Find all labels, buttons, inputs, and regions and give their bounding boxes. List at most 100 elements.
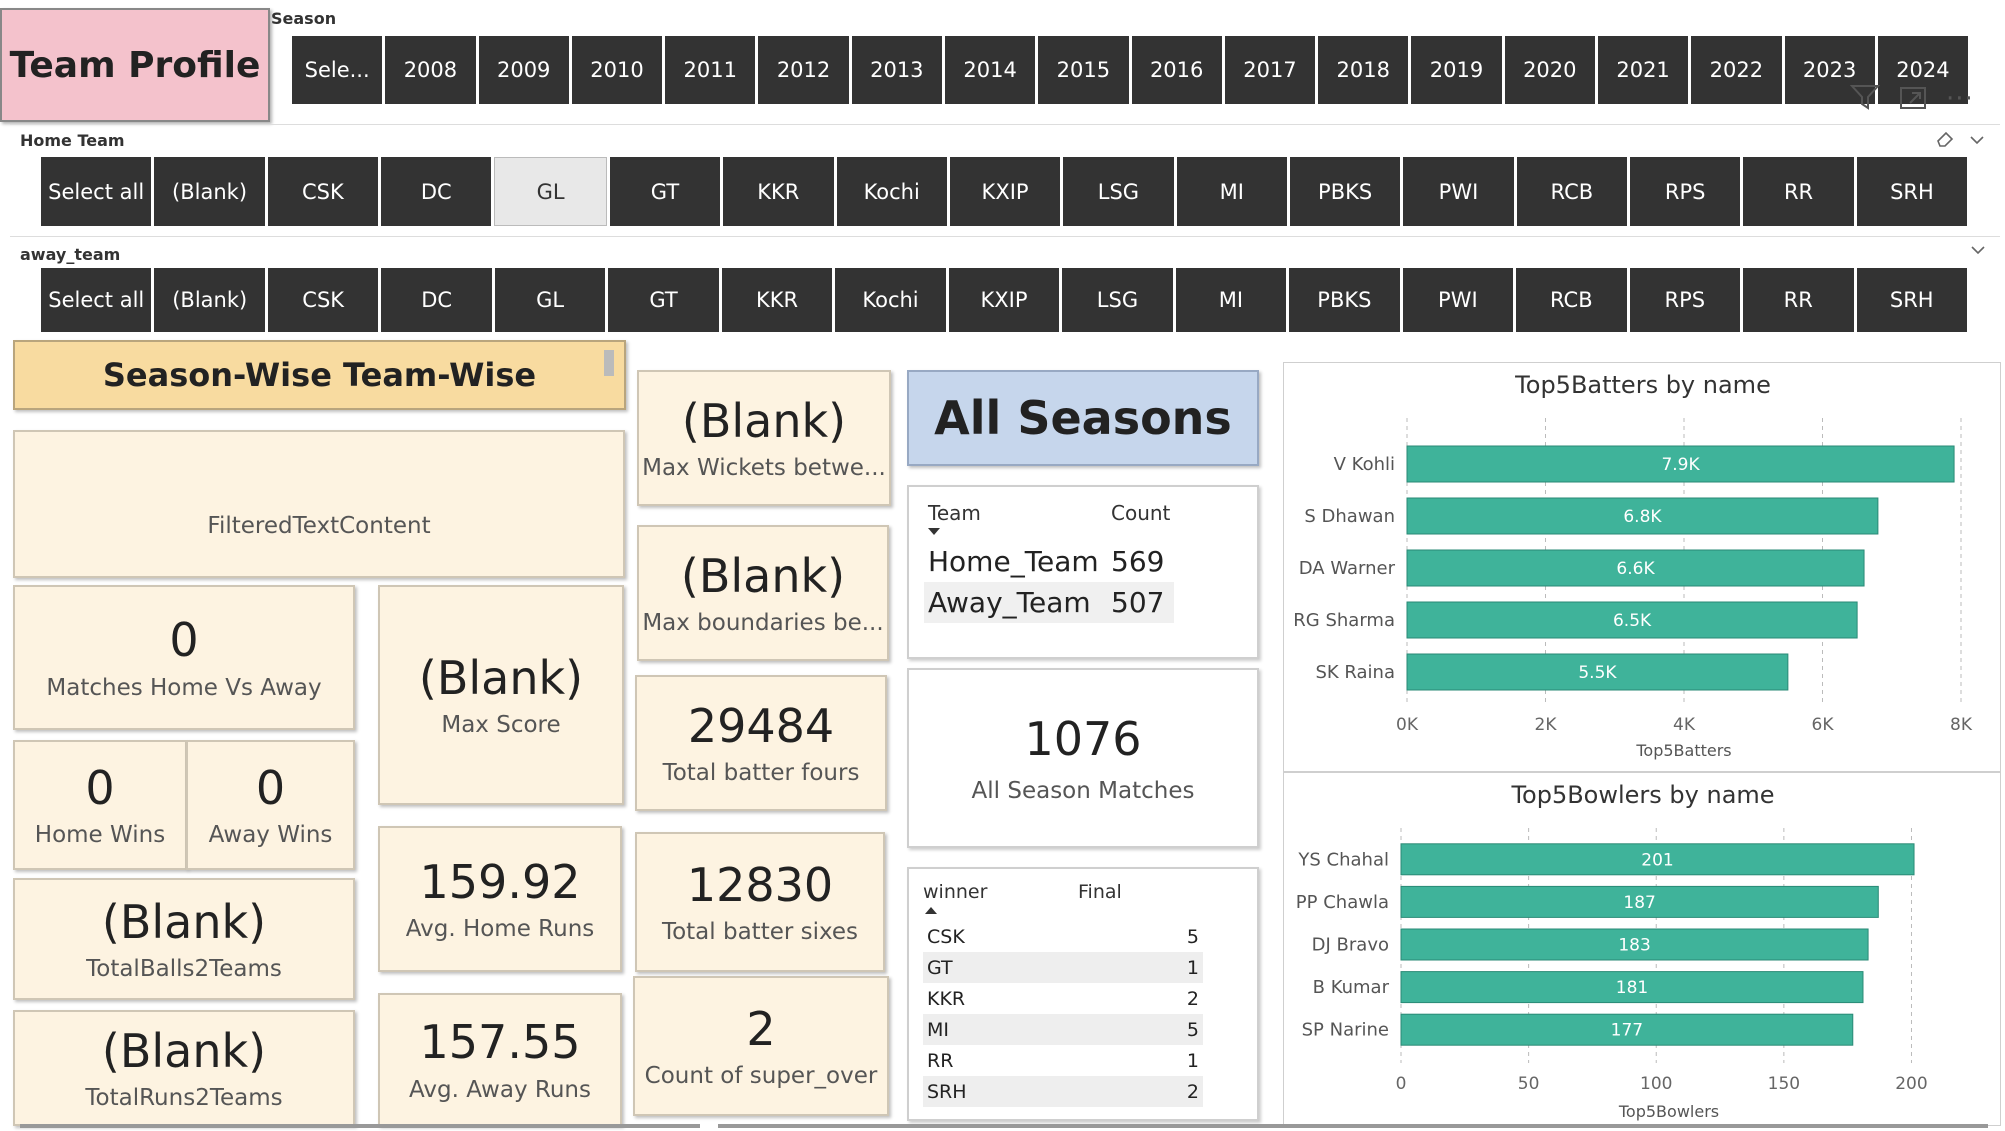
home-team-tile[interactable]: Select all — [41, 157, 152, 226]
season-tile[interactable]: 2019 — [1411, 36, 1502, 104]
home-team-tile[interactable]: GL — [494, 157, 607, 226]
away-team-tile[interactable]: PBKS — [1289, 268, 1400, 332]
category-label: S Dhawan — [1304, 506, 1395, 527]
table-header-team[interactable]: Team — [924, 501, 1107, 535]
home-team-tile[interactable]: Kochi — [836, 157, 947, 226]
card-value: 2 — [746, 1001, 776, 1056]
sort-desc-icon — [928, 528, 940, 535]
season-tile[interactable]: 2011 — [665, 36, 756, 104]
away-team-tile[interactable]: KKR — [721, 268, 833, 332]
total-fours-card: 29484 Total batter fours — [635, 675, 887, 811]
away-team-tile[interactable]: MI — [1175, 268, 1287, 332]
team-count-table: Team Count Home_Team 569 Away_Team 507 — [924, 501, 1175, 623]
season-tile[interactable]: 2018 — [1318, 36, 1409, 104]
season-slicer-label: Season — [271, 9, 337, 28]
season-tile[interactable]: 2016 — [1131, 36, 1222, 104]
divider — [10, 236, 2000, 237]
away-team-tile[interactable]: Kochi — [835, 268, 946, 332]
away-team-tile[interactable]: RR — [1743, 268, 1854, 332]
bottom-scrollbar[interactable] — [718, 1124, 1988, 1128]
home-team-tile[interactable]: RCB — [1516, 157, 1628, 226]
away-team-tile[interactable]: LSG — [1062, 268, 1173, 332]
divider — [10, 124, 2000, 125]
card-value: 157.55 — [419, 1015, 581, 1070]
eraser-icon[interactable] — [1935, 130, 1955, 152]
season-tile[interactable]: 2020 — [1504, 36, 1595, 104]
home-team-tile[interactable]: SRH — [1856, 157, 1968, 226]
more-options-icon[interactable]: ··· — [1946, 84, 1974, 114]
filter-icon[interactable] — [1849, 83, 1881, 115]
season-tile[interactable]: 2010 — [571, 36, 663, 104]
table-header-final[interactable]: Final — [1078, 881, 1122, 903]
home-team-tile[interactable]: KKR — [723, 157, 834, 226]
season-tile[interactable]: Sele... — [292, 36, 383, 104]
season-tile[interactable]: 2017 — [1224, 36, 1316, 104]
season-tile[interactable]: 2008 — [385, 36, 476, 104]
home-team-tile[interactable]: DC — [381, 157, 492, 226]
table-header-count[interactable]: Count — [1107, 501, 1174, 535]
table-row[interactable]: SRH 2 — [923, 1076, 1203, 1107]
season-tile[interactable]: 2014 — [944, 36, 1036, 104]
table-header-winner[interactable]: winner — [923, 881, 987, 903]
category-label: SP Narine — [1302, 1020, 1389, 1041]
chevron-down-icon[interactable] — [1970, 242, 1986, 261]
scrollbar[interactable] — [604, 350, 614, 376]
bottom-scrollbar[interactable] — [20, 1124, 700, 1128]
away-team-tile[interactable]: RCB — [1516, 268, 1627, 332]
away-team-tile[interactable]: (Blank) — [154, 268, 265, 332]
season-tile[interactable]: 2009 — [478, 36, 569, 104]
table-row[interactable]: CSK 5 — [923, 921, 1203, 952]
card-value: 0 — [85, 760, 115, 815]
season-tile[interactable]: 2015 — [1038, 36, 1129, 104]
season-tile[interactable]: 2012 — [758, 36, 849, 104]
away-team-tile[interactable]: GT — [608, 268, 719, 332]
season-tile[interactable]: 2013 — [851, 36, 942, 104]
away-team-tile[interactable]: RPS — [1629, 268, 1741, 332]
data-label: 187 — [1623, 893, 1655, 913]
home-team-tile[interactable]: RR — [1743, 157, 1854, 226]
card-value: (Blank) — [680, 548, 846, 603]
filtered-text: FilteredTextContent — [207, 513, 431, 539]
home-team-tile[interactable]: LSG — [1063, 157, 1174, 226]
away-team-tile[interactable]: PWI — [1402, 268, 1514, 332]
home-team-tile[interactable]: GT — [609, 157, 721, 226]
away-team-tile[interactable]: GL — [494, 268, 606, 332]
tick-label: 4K — [1673, 715, 1696, 735]
table-row[interactable]: Away_Team 507 — [924, 582, 1175, 623]
chevron-down-icon[interactable] — [1969, 132, 1985, 151]
sort-asc-icon — [925, 907, 937, 914]
focus-mode-icon[interactable] — [1898, 83, 1928, 115]
x-axis-title: Top5Bowlers — [1618, 1102, 1719, 1121]
home-team-tile[interactable]: PBKS — [1289, 157, 1401, 226]
away-team-tile[interactable]: SRH — [1856, 268, 1967, 332]
tick-label: 200 — [1895, 1074, 1927, 1094]
home-team-slicer: Select all (Blank) CSK DC GL GT KKR Kochi KXIP LS… — [41, 157, 1968, 226]
card-value: (Blank) — [681, 393, 847, 448]
category-label: RG Sharma — [1293, 610, 1395, 631]
away-team-tile[interactable]: Select all — [41, 268, 152, 332]
table-cell: 5 — [1186, 1018, 1199, 1041]
away-team-tile[interactable]: KXIP — [948, 268, 1060, 332]
home-team-tile[interactable]: PWI — [1403, 157, 1514, 226]
away-team-tile[interactable]: CSK — [267, 268, 379, 332]
home-team-tile[interactable]: KXIP — [949, 157, 1061, 226]
home-team-tile[interactable]: (Blank) — [154, 157, 265, 226]
winner-table-body: CSK 5 GT 1 KKR 2 MI 5 RR 1 SRH 2 — [923, 921, 1203, 1107]
team-count-table-card: Team Count Home_Team 569 Away_Team 507 — [907, 485, 1259, 659]
total-sixes-card: 12830 Total batter sixes — [635, 832, 885, 972]
home-team-tile[interactable]: CSK — [267, 157, 379, 226]
top5-batters-chart: Top5Batters by name 0K 2K 4K 6K 8K V Kohli 7.9K… — [1283, 362, 2001, 772]
page-title-box: Team Profile — [0, 8, 270, 122]
home-team-tile[interactable]: RPS — [1630, 157, 1741, 226]
table-row[interactable]: RR 1 — [923, 1045, 1203, 1076]
home-team-tile[interactable]: MI — [1176, 157, 1287, 226]
table-row[interactable]: MI 5 — [923, 1014, 1203, 1045]
category-label: DJ Bravo — [1312, 935, 1389, 956]
table-row[interactable]: Home_Team 569 — [924, 535, 1174, 582]
season-tile[interactable]: 2022 — [1691, 36, 1782, 104]
table-cell: 2 — [1186, 987, 1199, 1010]
away-team-tile[interactable]: DC — [381, 268, 492, 332]
season-tile[interactable]: 2021 — [1597, 36, 1689, 104]
table-row[interactable]: KKR 2 — [923, 983, 1203, 1014]
table-row[interactable]: GT 1 — [923, 952, 1203, 983]
